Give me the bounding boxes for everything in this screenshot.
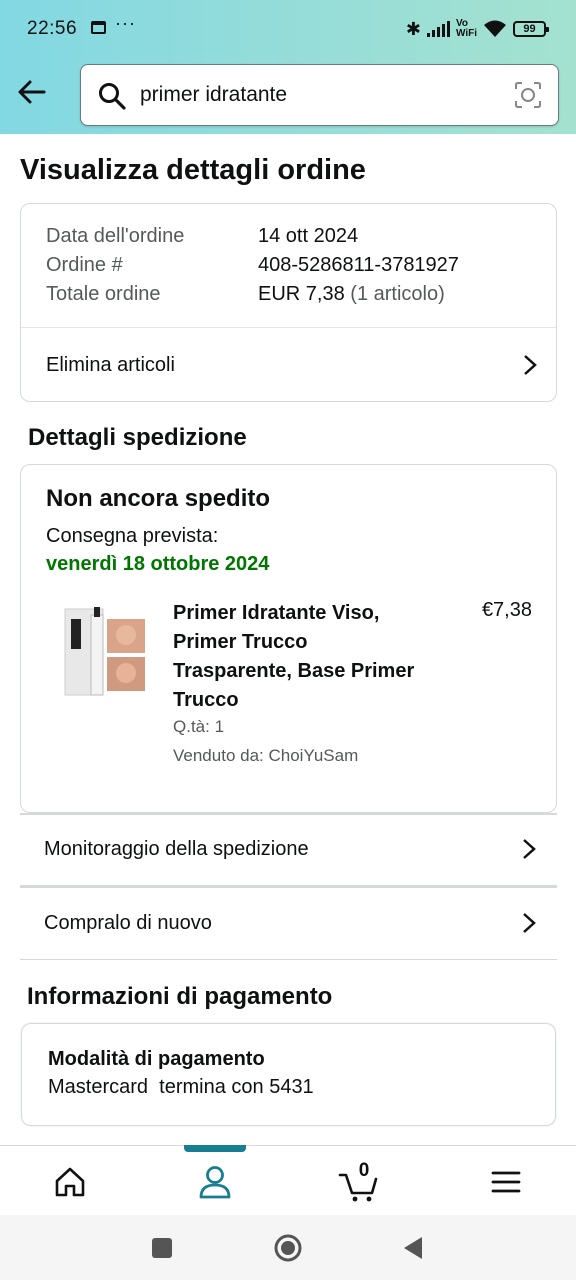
- active-tab-indicator: [184, 1145, 246, 1152]
- back-arrow-icon[interactable]: [14, 74, 50, 110]
- page-title: Visualizza dettagli ordine: [20, 154, 366, 186]
- order-total-items: (1 articolo): [350, 283, 445, 305]
- calendar-notification-icon: [91, 21, 106, 34]
- recent-apps-icon[interactable]: [147, 1233, 177, 1263]
- shipment-status: Non ancora spedito: [46, 485, 271, 512]
- order-date-label: Data dell'ordine: [46, 225, 185, 247]
- shipping-section-title: Dettagli spedizione: [28, 424, 247, 451]
- product-title[interactable]: Primer Idratante Viso, Primer Trucco Tra…: [173, 599, 418, 715]
- order-total-amount: EUR 7,38: [258, 283, 345, 305]
- order-date-value: 14 ott 2024: [258, 225, 359, 247]
- cart-count-badge: 0: [358, 1160, 370, 1181]
- payment-method-label: Modalità di pagamento: [48, 1048, 265, 1070]
- camera-search-icon[interactable]: [514, 81, 542, 109]
- search-icon: [99, 83, 126, 110]
- shipment-card: Non ancora spedito Consegna prevista: ve…: [20, 464, 557, 813]
- app-header: 22:56 ··· ✱ Vo WiFi 99 primer idratante: [0, 0, 576, 134]
- chevron-right-icon: [523, 839, 536, 859]
- order-total-value: EUR 7,38 (1 articolo): [258, 283, 445, 306]
- signal-icon: [426, 21, 450, 37]
- order-total-label: Totale ordine: [46, 283, 161, 305]
- bluetooth-icon: ✱: [405, 18, 421, 39]
- search-query: primer idratante: [140, 83, 288, 106]
- product-price: €7,38: [481, 599, 532, 621]
- more-notifications-icon: ···: [115, 13, 136, 33]
- buy-again-label: Compralo di nuovo: [44, 911, 212, 934]
- chevron-right-icon: [524, 355, 537, 375]
- product-quantity: Q.tà: 1: [173, 717, 225, 736]
- payment-section-title: Informazioni di pagamento: [27, 983, 333, 1010]
- product-seller: Venduto da: ChoiYuSam: [173, 746, 359, 765]
- order-number-value: 408-5286811-3781927: [258, 254, 459, 276]
- home-icon[interactable]: [48, 1160, 92, 1204]
- home-button-icon[interactable]: [273, 1233, 303, 1263]
- wifi-icon: [484, 20, 506, 37]
- buy-again-row[interactable]: Compralo di nuovo: [44, 888, 537, 958]
- track-shipment-row[interactable]: Monitoraggio della spedizione: [44, 815, 537, 883]
- payment-method-card: Modalità di pagamento Mastercard termina…: [21, 1023, 556, 1126]
- battery-icon: 99: [513, 21, 549, 37]
- account-icon[interactable]: [193, 1160, 237, 1204]
- status-bar: 22:56 ··· ✱ Vo WiFi 99: [0, 0, 576, 58]
- delivery-estimate-date: venerdì 18 ottobre 2024: [46, 553, 270, 575]
- status-icons: ✱ Vo WiFi 99: [405, 15, 549, 43]
- track-shipment-label: Monitoraggio della spedizione: [44, 837, 309, 860]
- status-time: 22:56: [27, 18, 78, 39]
- divider: [20, 959, 557, 960]
- delivery-estimate-label: Consegna prevista:: [46, 525, 219, 547]
- delete-items-label: Elimina articoli: [46, 353, 175, 376]
- menu-icon[interactable]: [484, 1160, 528, 1204]
- order-summary-card: Data dell'ordine 14 ott 2024 Ordine # 40…: [20, 203, 557, 402]
- system-navigation-bar: [0, 1215, 576, 1280]
- delete-items-row[interactable]: Elimina articoli: [46, 328, 538, 402]
- bottom-navigation: [0, 1145, 576, 1215]
- chevron-right-icon: [523, 913, 536, 933]
- search-input[interactable]: primer idratante: [80, 64, 559, 126]
- vowifi-label: Vo WiFi: [455, 18, 477, 39]
- product-image[interactable]: [61, 599, 151, 703]
- order-number-label: Ordine #: [46, 254, 123, 276]
- payment-method-value: Mastercard termina con 5431: [48, 1076, 314, 1098]
- back-button-icon[interactable]: [398, 1233, 428, 1263]
